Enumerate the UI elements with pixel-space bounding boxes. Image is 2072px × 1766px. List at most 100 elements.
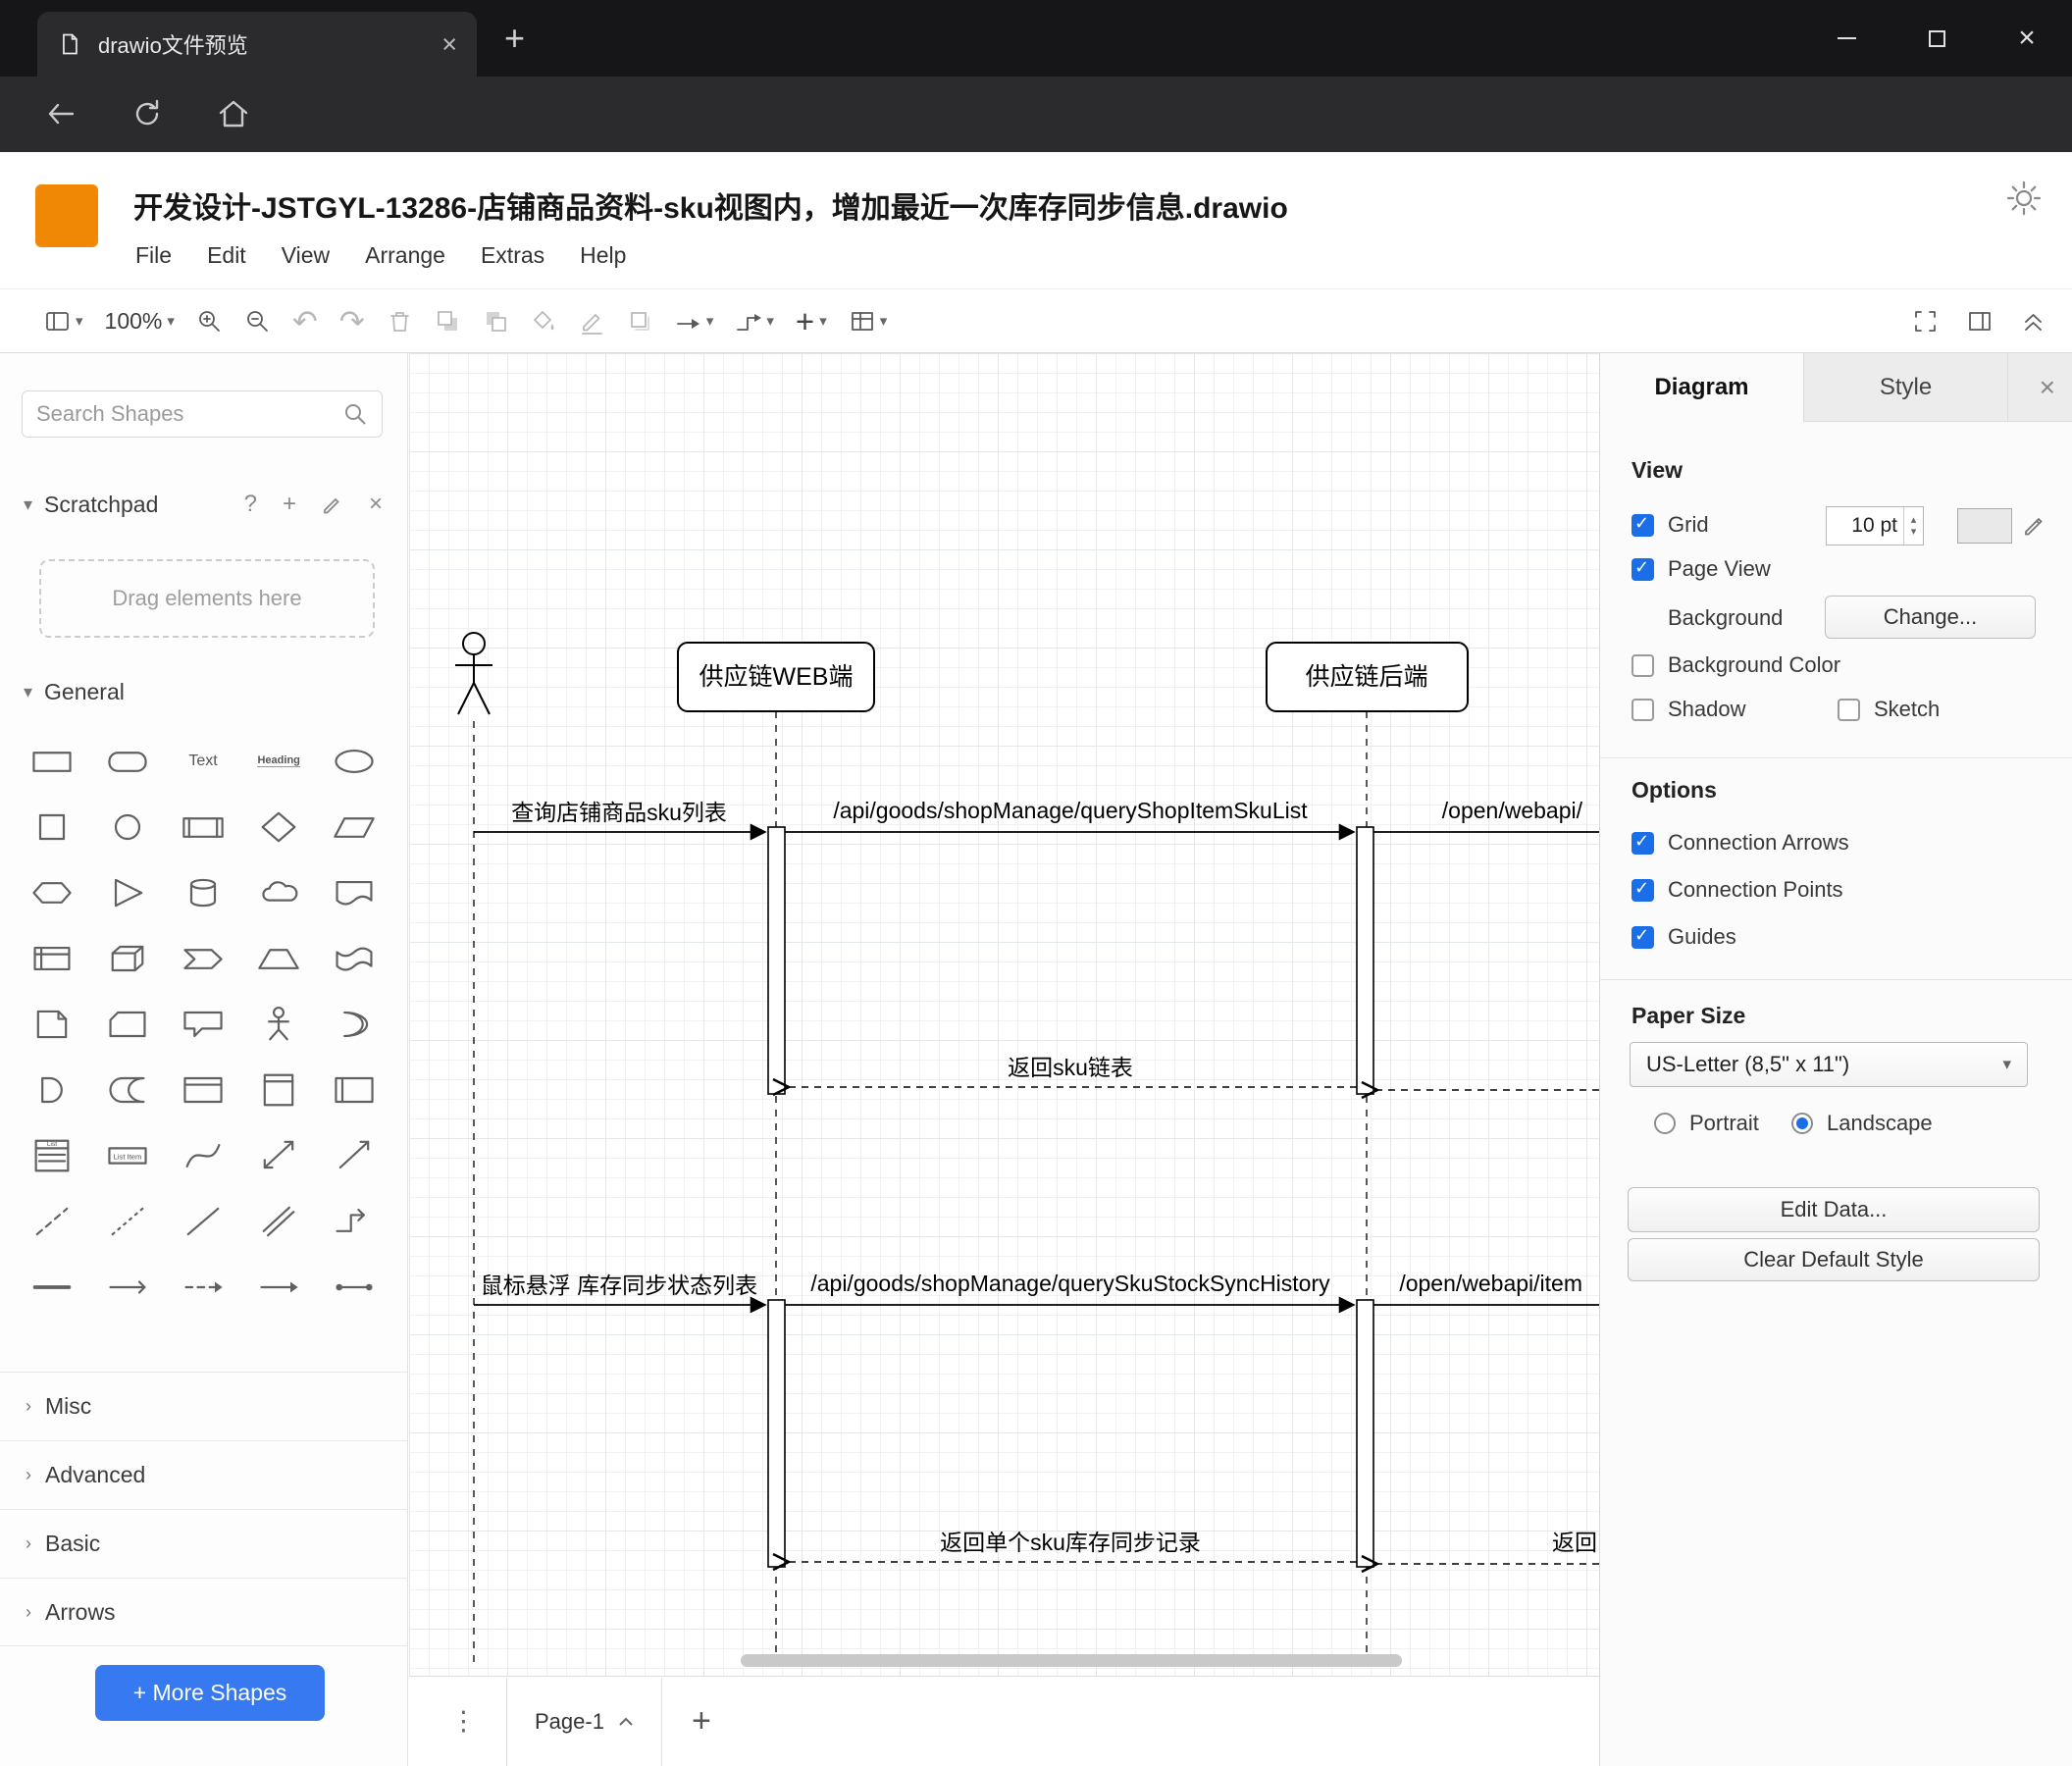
shape-process[interactable] (165, 794, 240, 859)
tab-style[interactable]: Style (1804, 352, 2008, 422)
diagram-canvas[interactable]: 供应链WEB端 供应链后端 查询店铺商品sku列表 /api/goods/sho… (409, 353, 1599, 1676)
format-panel-close-icon[interactable]: × (2040, 372, 2055, 403)
zoom-out-button[interactable] (233, 308, 282, 335)
shape-actor[interactable] (241, 991, 317, 1057)
landscape-radio[interactable] (1791, 1113, 1813, 1134)
clear-default-style-button[interactable]: Clear Default Style (1628, 1238, 2040, 1281)
connection-arrows-checkbox[interactable] (1632, 831, 1654, 855)
redo-button[interactable]: ↷ (329, 306, 376, 337)
shape-rectangle[interactable] (14, 728, 89, 794)
zoom-in-button[interactable] (185, 308, 233, 335)
portrait-option[interactable]: Portrait (1654, 1111, 1759, 1136)
connection-points-checkbox[interactable] (1632, 878, 1654, 902)
shape-curve[interactable] (165, 1122, 240, 1188)
shape-dashed-line[interactable] (14, 1188, 89, 1254)
shape-square[interactable] (14, 794, 89, 859)
sketch-checkbox[interactable] (1838, 698, 1860, 721)
section-advanced-header[interactable]: › Advanced (0, 1440, 408, 1509)
search-icon[interactable] (342, 401, 368, 427)
edit-data-button[interactable]: Edit Data... (1628, 1187, 2040, 1232)
shape-parallelogram[interactable] (317, 794, 392, 859)
shape-container[interactable] (165, 1057, 240, 1122)
activation-bar[interactable] (767, 826, 786, 1095)
window-maximize-button[interactable] (1891, 0, 1982, 77)
grid-color-edit-icon[interactable] (2022, 512, 2047, 538)
add-page-button[interactable]: + (692, 1702, 711, 1740)
tab-diagram[interactable]: Diagram (1600, 352, 1804, 422)
view-layout-button[interactable]: ▾ (33, 308, 94, 335)
grid-checkbox[interactable] (1632, 513, 1654, 537)
scratchpad-edit-icon[interactable] (322, 493, 343, 515)
page-tab[interactable]: Page-1 (506, 1677, 662, 1766)
new-tab-button[interactable]: + (504, 18, 525, 59)
theme-toggle-icon[interactable] (2005, 180, 2043, 217)
landscape-option[interactable]: Landscape (1791, 1111, 1933, 1136)
shape-link[interactable] (241, 1188, 317, 1254)
shape-dot-connector[interactable] (317, 1254, 392, 1320)
shape-cylinder[interactable] (165, 859, 240, 925)
portrait-radio[interactable] (1654, 1113, 1676, 1134)
scratchpad-header[interactable]: ▾ Scratchpad ? + × (24, 491, 383, 518)
shape-document[interactable] (317, 859, 392, 925)
zoom-dropdown[interactable]: 100% ▾ (94, 308, 185, 335)
page-view-checkbox[interactable] (1632, 557, 1654, 581)
activation-bar[interactable] (1356, 1299, 1374, 1568)
connection-style-dropdown[interactable]: ▾ (664, 308, 725, 335)
shape-cube[interactable] (89, 925, 165, 991)
shape-horizontal-container[interactable] (317, 1057, 392, 1122)
shape-data-storage[interactable] (89, 1057, 165, 1122)
shape-horizontal-line[interactable] (14, 1254, 89, 1320)
delete-button[interactable] (376, 308, 424, 335)
shadow-button[interactable] (616, 308, 664, 335)
section-misc-header[interactable]: › Misc (0, 1372, 408, 1440)
shape-circle[interactable] (89, 794, 165, 859)
shape-dashed-arrow[interactable] (165, 1254, 240, 1320)
shape-ellipse[interactable] (317, 728, 392, 794)
background-color-checkbox[interactable] (1632, 653, 1654, 677)
shape-internal-storage[interactable] (14, 925, 89, 991)
shape-bidirectional-arrow[interactable] (241, 1122, 317, 1188)
actor-figure[interactable] (455, 632, 492, 715)
line-color-button[interactable] (568, 308, 616, 335)
menu-help[interactable]: Help (580, 242, 626, 269)
menu-extras[interactable]: Extras (481, 242, 544, 269)
scratchpad-add-icon[interactable]: + (283, 491, 296, 518)
shape-vertical-container[interactable] (241, 1057, 317, 1122)
section-general-header[interactable]: ▾ General (24, 679, 125, 705)
shape-and[interactable] (14, 1057, 89, 1122)
shape-list-item[interactable]: List Item (89, 1122, 165, 1188)
shape-step[interactable] (165, 925, 240, 991)
shape-rounded-rectangle[interactable] (89, 728, 165, 794)
activation-bar[interactable] (1356, 826, 1374, 1095)
fullscreen-icon[interactable] (1912, 308, 1939, 335)
shape-triangle[interactable] (89, 859, 165, 925)
fill-color-button[interactable] (520, 308, 568, 335)
shape-callout[interactable] (165, 991, 240, 1057)
activation-bar[interactable] (767, 1299, 786, 1568)
menu-view[interactable]: View (282, 242, 330, 269)
shape-horizontal-elbow[interactable] (317, 1188, 392, 1254)
shadow-checkbox[interactable] (1632, 698, 1654, 721)
shape-note[interactable] (14, 991, 89, 1057)
shape-horizontal-arrow[interactable] (241, 1254, 317, 1320)
window-minimize-button[interactable] (1801, 0, 1891, 77)
shape-diagonal-arrow[interactable] (317, 1122, 392, 1188)
pages-menu-icon[interactable]: ⋮ (450, 1706, 477, 1737)
shape-dotted-line[interactable] (89, 1188, 165, 1254)
shape-line[interactable] (165, 1188, 240, 1254)
shape-cloud[interactable] (241, 859, 317, 925)
shape-tape[interactable] (317, 925, 392, 991)
scratchpad-close-icon[interactable]: × (369, 491, 383, 518)
shape-or[interactable] (317, 991, 392, 1057)
more-shapes-button[interactable]: + More Shapes (95, 1665, 325, 1721)
format-panel-toggle-icon[interactable] (1966, 308, 1993, 335)
paper-size-select[interactable]: US-Letter (8,5" x 11") ▾ (1630, 1042, 2028, 1087)
grid-color-swatch[interactable] (1957, 508, 2012, 544)
browser-tab[interactable]: drawio文件预览 × (37, 12, 477, 77)
shape-heading[interactable]: Heading (241, 728, 317, 794)
table-dropdown[interactable]: ▾ (838, 308, 899, 335)
shape-trapezoid[interactable] (241, 925, 317, 991)
shape-list[interactable]: List (14, 1122, 89, 1188)
section-basic-header[interactable]: › Basic (0, 1509, 408, 1578)
scratchpad-drop-area[interactable]: Drag elements here (39, 559, 375, 638)
